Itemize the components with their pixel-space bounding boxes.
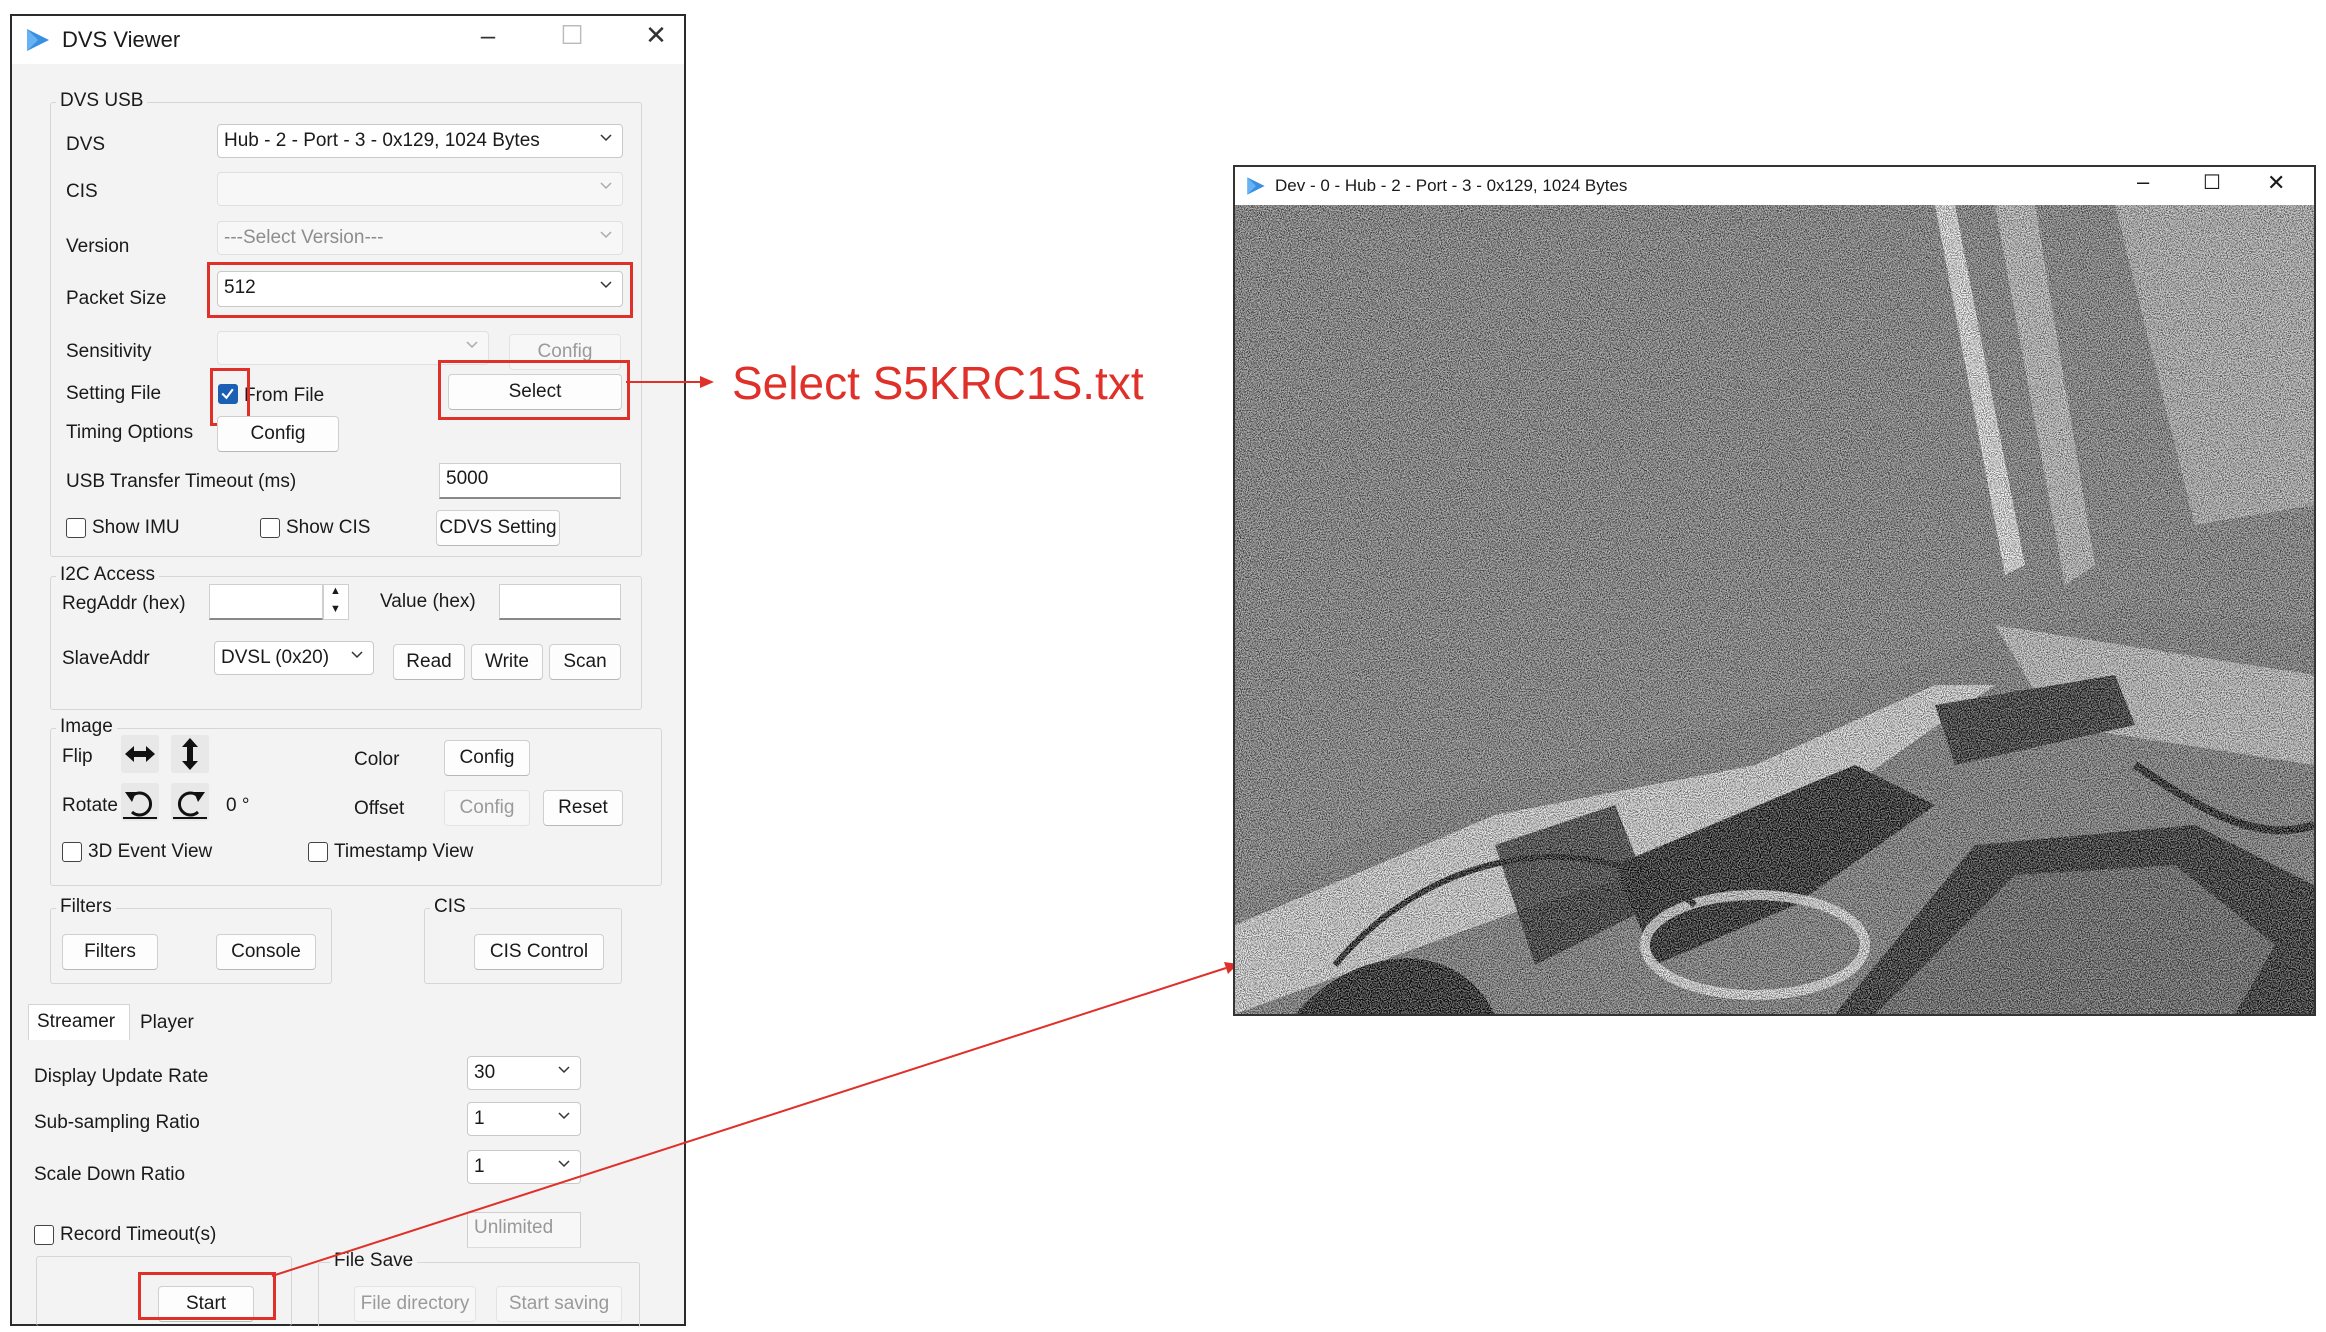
arrow-select-head <box>700 376 714 388</box>
device-title-bar[interactable]: Dev - 0 - Hub - 2 - Port - 3 - 0x129, 10… <box>1235 167 2314 205</box>
arrow-start-line <box>271 967 1227 1277</box>
minimize-icon[interactable]: – <box>2137 169 2149 195</box>
device-view-window: Dev - 0 - Hub - 2 - Port - 3 - 0x129, 10… <box>1233 165 2316 1016</box>
app-logo-icon <box>1247 177 1265 195</box>
close-icon[interactable]: ✕ <box>2267 170 2285 196</box>
annotation-text: Select S5KRC1S.txt <box>732 357 1144 409</box>
event-frame-image <box>1235 205 2314 1014</box>
maximize-icon[interactable]: ☐ <box>2203 170 2221 195</box>
device-window-title: Dev - 0 - Hub - 2 - Port - 3 - 0x129, 10… <box>1275 176 1628 195</box>
